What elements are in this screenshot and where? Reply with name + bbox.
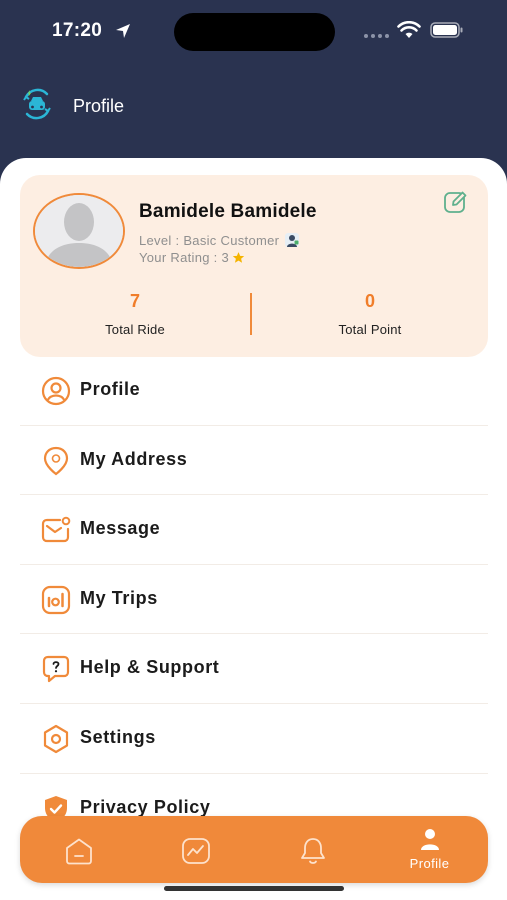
tab-notifications[interactable] [254,816,371,883]
bell-icon [301,838,325,864]
user-rating-text: Your Rating : 3 [139,250,230,265]
settings-icon [43,724,69,754]
trips-icon [41,585,71,614]
edit-profile-icon[interactable] [443,188,469,214]
user-circle-icon [41,376,71,406]
user-name: Bamidele Bamidele [139,201,317,222]
status-time: 17:20 [52,20,103,41]
menu-item-help-support[interactable]: Help & Support [20,634,488,704]
home-indicator [164,886,344,891]
user-level: Level : Basic Customer [139,232,300,248]
status-bar: 17:20 [0,0,507,62]
message-icon [41,516,71,543]
customer-badge-icon [285,233,300,247]
bottom-nav: Profile [20,816,488,883]
menu-label: Profile [80,379,141,399]
total-ride-value: 7 [129,291,140,311]
menu-label: My Trips [80,587,158,608]
menu-item-my-address[interactable]: My Address [20,426,488,496]
stat-divider [250,293,252,335]
wifi-icon [397,21,421,38]
star-icon [232,252,245,263]
signal-icon [364,34,389,38]
tab-home[interactable] [20,816,137,883]
tab-profile[interactable]: Profile [371,816,488,883]
location-arrow-icon [116,24,130,38]
help-chat-icon [42,656,70,683]
menu-label: Privacy Policy [80,796,211,817]
menu-item-settings[interactable]: Settings [20,704,488,774]
user-rating: Your Rating : 3 [139,250,245,265]
page-title: Profile [73,96,125,116]
menu-label: Help & Support [80,657,220,678]
activity-icon [182,838,210,864]
home-icon [66,838,92,865]
battery-icon [430,22,463,38]
total-point-value: 0 [364,291,375,311]
profile-menu: Profile My Address Message My Trips Help… [20,356,488,844]
menu-label: My Address [80,448,188,469]
total-ride-label: Total Ride [105,322,165,337]
app-header: Profile [0,84,507,128]
menu-label: Settings [80,726,156,747]
menu-label: Message [80,518,161,539]
stat-total-point: 0 Total Point [270,291,470,337]
user-level-text: Level : Basic Customer [139,232,280,248]
app-logo-icon [23,88,51,120]
menu-item-profile[interactable]: Profile [20,356,488,426]
avatar[interactable] [33,193,125,269]
tab-profile-label: Profile [409,856,450,871]
menu-item-my-trips[interactable]: My Trips [20,565,488,635]
stat-total-ride: 7 Total Ride [35,291,235,337]
user-silhouette-icon [35,195,123,267]
dynamic-island [174,13,335,51]
tab-activity[interactable] [137,816,254,883]
person-icon [421,829,439,850]
profile-card: Bamidele Bamidele Level : Basic Customer… [20,175,488,357]
total-point-label: Total Point [338,322,402,337]
menu-item-message[interactable]: Message [20,495,488,565]
location-pin-icon [43,446,69,475]
